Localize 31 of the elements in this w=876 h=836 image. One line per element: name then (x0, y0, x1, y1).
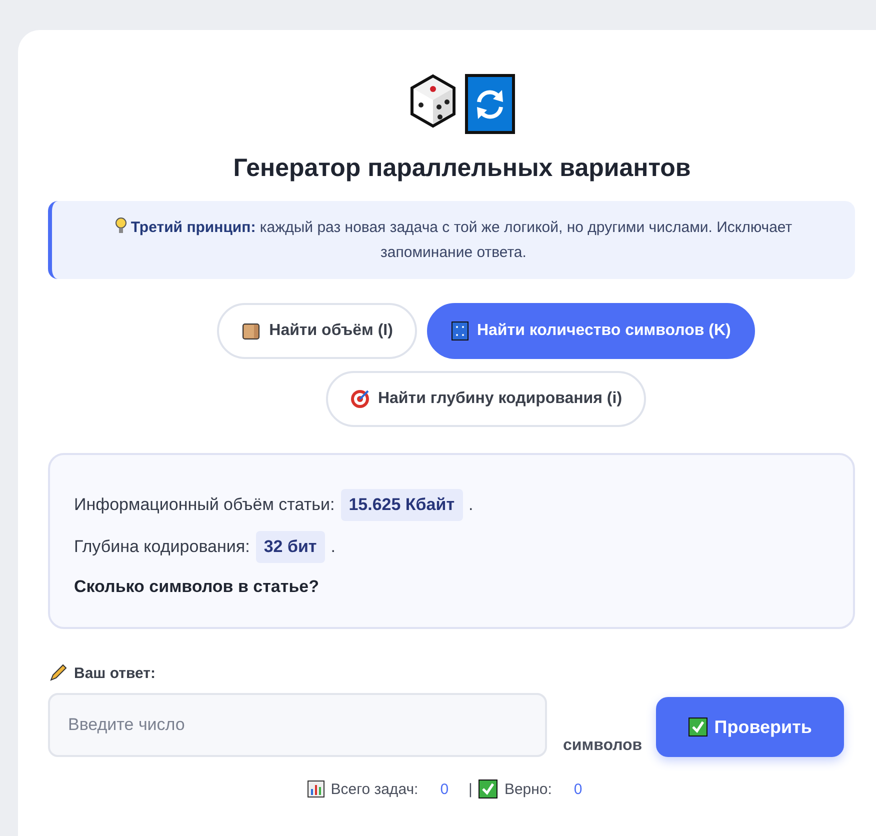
mode-button[interactable]: Найти количество символов (K) (426, 303, 755, 359)
stat-label: Верно: (504, 780, 552, 798)
dice-icon (409, 74, 457, 128)
refresh-icon (465, 74, 515, 134)
period: . (330, 537, 336, 557)
fact-label: Информационный объём статьи: (74, 495, 335, 515)
unit-label: символов (563, 737, 642, 756)
fact-label: Глубина кодирования: (74, 537, 250, 557)
separator: | (468, 780, 472, 798)
period: . (468, 495, 474, 515)
mode-button[interactable]: Найти глубину кодирования (i) (326, 371, 646, 427)
number-tile-icon (450, 321, 469, 341)
question-text: Сколько символов в статье? (74, 577, 320, 597)
pencil-icon (48, 663, 68, 683)
target-icon (350, 389, 370, 409)
page-title: Генератор параллельных вариантов (232, 154, 692, 183)
checkmark-icon (688, 717, 708, 737)
stat-value: 0 (440, 780, 449, 798)
fact-value: 32 бит (256, 531, 325, 563)
answer-label: Ваш ответ: (74, 664, 156, 682)
principle-text: Третий принцип: каждый раз новая задача с той же логикой, но другими числами. Исключает запоминание ответа. (130, 219, 792, 261)
answer-field[interactable]: Введите число (48, 693, 547, 757)
checkmark-icon (478, 779, 498, 799)
mode-button[interactable]: Найти объём (I) (217, 303, 417, 359)
check-button[interactable]: Проверить (656, 697, 844, 757)
stat-label: Всего задач: (330, 780, 418, 798)
bar-chart-icon (306, 780, 325, 798)
stat-value: 0 (574, 780, 582, 798)
lightbulb-icon (114, 217, 127, 235)
fact-value: 15.625 Кбайт (340, 489, 463, 521)
box-icon (241, 321, 262, 341)
